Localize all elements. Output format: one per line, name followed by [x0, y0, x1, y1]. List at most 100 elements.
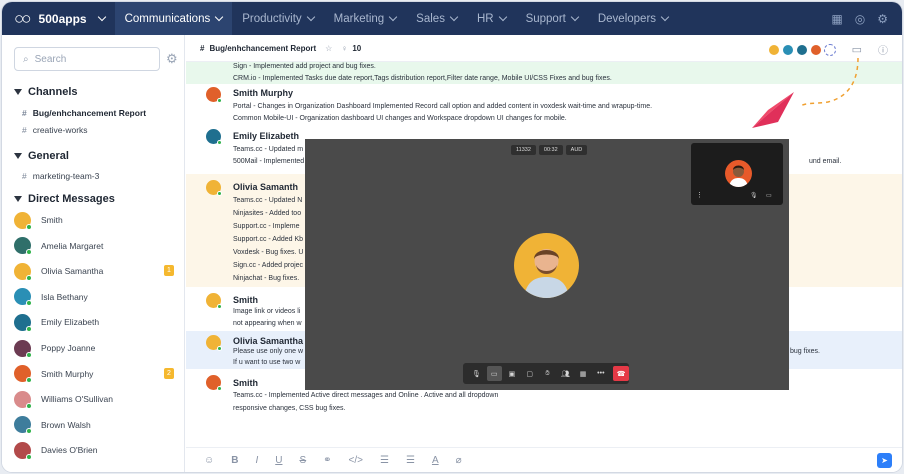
apps-grid-icon[interactable]: ▦ [831, 12, 842, 26]
search-icon: ⌕ [23, 53, 29, 65]
sidebar-dm-item[interactable]: Smith Murphy 2 [14, 364, 174, 384]
top-navigation-bar: ○○ 500apps Communications Productivity M… [2, 2, 902, 35]
dm-name: Davies O'Brien [41, 445, 98, 456]
sidebar-dm-item[interactable]: Isla Bethany [14, 287, 174, 307]
message-author: Emily Elizabeth [233, 131, 300, 141]
nav-developers[interactable]: Developers [588, 2, 678, 35]
message-text: CRM.io - Implemented Tasks due date repo… [233, 75, 612, 82]
online-status-dot [26, 223, 32, 230]
dm-name: Isla Bethany [41, 291, 88, 302]
avatar [14, 339, 32, 358]
code-icon[interactable]: </> [349, 455, 363, 466]
message-author: Olivia Samantha [233, 336, 304, 346]
self-view-window[interactable]: ⋮ 🎙︎ ▭ [691, 143, 783, 205]
avatar [14, 416, 32, 435]
message-text: Voxdesk - Bug fixes. U [233, 249, 304, 256]
direct-messages-section-header[interactable]: Direct Messages [14, 193, 115, 205]
sidebar-dm-item[interactable]: Williams O'Sullivan [14, 389, 174, 409]
avatar [14, 237, 32, 256]
message-text: und email. [809, 158, 842, 165]
sidebar-dm-item[interactable]: Amelia Margaret [14, 236, 174, 256]
bold-icon[interactable]: B [231, 455, 238, 466]
bullet-list-icon[interactable]: ☰ [406, 455, 415, 466]
online-status-dot [26, 325, 32, 332]
chevron-down-icon [449, 12, 459, 22]
help-icon[interactable]: ◎ [855, 12, 865, 26]
nav-communications[interactable]: Communications [114, 2, 233, 35]
message-composer-toolbar: ☺ B I U S ⚭ </> ☰ ☰ A ⌀ ➤ [186, 447, 902, 472]
strikethrough-icon[interactable]: S [299, 455, 306, 466]
more-options-icon: ••• [597, 370, 605, 377]
nav-sales[interactable]: Sales [406, 2, 467, 35]
online-status-dot [26, 453, 32, 460]
call-timer: 11332 00:32 AUD [511, 145, 588, 155]
sidebar-channel-marketing-team-3[interactable]: # marketing-team-3 [22, 171, 99, 181]
remote-participant-avatar [514, 233, 579, 298]
sidebar-settings-icon[interactable]: ⚙ [166, 51, 178, 67]
emoji-icon[interactable]: ☺ [204, 455, 214, 466]
member-count: 10 [352, 43, 362, 53]
message-author: Smith Murphy [233, 88, 293, 98]
sidebar-dm-item[interactable]: Olivia Samantha 1 [14, 261, 174, 281]
message-text: not appearing when w [233, 320, 302, 327]
dm-name: Williams O'Sullivan [41, 394, 113, 405]
dm-name: Emily Elizabeth [41, 317, 100, 328]
sidebar-channel-bug-report[interactable]: # Bug/enhchancement Report [22, 108, 146, 118]
screen-share-button[interactable]: ▣ [505, 366, 520, 381]
dm-name: Poppy Joanne [41, 343, 96, 353]
italic-icon[interactable]: I [255, 455, 258, 466]
mute-mic-button[interactable]: 🎙︎ [469, 366, 484, 381]
nav-support[interactable]: Support [516, 2, 588, 35]
sidebar-channel-creative-works[interactable]: # creative-works [22, 125, 88, 135]
sidebar-dm-item[interactable]: Poppy Joanne [14, 338, 174, 358]
search-input[interactable]: ⌕ Search [14, 47, 160, 71]
sidebar-dm-item[interactable]: Smith [14, 210, 174, 230]
decorative-paper-plane-icon [752, 57, 859, 128]
unread-badge: 2 [164, 367, 174, 379]
participants-button[interactable]: 👥︎ [558, 366, 573, 381]
attachment-icon[interactable]: ⌀ [456, 455, 462, 466]
camera-toggle-button[interactable]: ▭ [486, 366, 502, 381]
ordered-list-icon[interactable]: ☰ [380, 455, 389, 466]
mic-off-icon: 🎙︎ [471, 370, 481, 378]
chevron-down-icon [570, 12, 580, 22]
message-text: If u want to use two w [233, 359, 301, 366]
sidebar-dm-item[interactable]: Brown Walsh [14, 415, 174, 435]
online-status-dot [26, 402, 32, 409]
info-icon[interactable]: ⓘ [878, 42, 888, 57]
message-text: Teams.cc - Updated N [233, 197, 303, 204]
underline-icon[interactable]: U [275, 455, 282, 466]
general-section-header[interactable]: General [14, 150, 69, 162]
dm-name: Smith Murphy [41, 368, 94, 379]
app-window: ○○ 500apps Communications Productivity M… [2, 2, 902, 472]
nav-marketing[interactable]: Marketing [324, 2, 407, 35]
chat-button[interactable]: ▢ [522, 366, 537, 381]
settings-gear-icon[interactable]: ⚙ [877, 12, 888, 26]
grid-view-button[interactable]: ▦ [576, 366, 591, 381]
avatar [14, 390, 32, 409]
sidebar-dm-item[interactable]: Emily Elizabeth [14, 312, 174, 332]
avatar [14, 211, 32, 230]
star-icon[interactable]: ☆ [325, 44, 332, 53]
more-options-icon[interactable]: ⋮ [696, 191, 703, 199]
text-color-icon[interactable]: A [432, 455, 439, 466]
more-options-button[interactable]: ••• [593, 366, 608, 381]
message-author: Smith [233, 378, 259, 388]
message-text: Teams.cc - Updated m [233, 146, 304, 153]
raise-hand-button[interactable]: ✋︎ [540, 366, 555, 381]
message-text: Image link or videos li [233, 308, 301, 315]
link-icon[interactable]: ⚭ [323, 455, 331, 466]
send-button[interactable]: ➤ [877, 453, 892, 468]
end-call-button[interactable]: ☎ [613, 366, 630, 381]
online-status-dot [26, 274, 32, 281]
brand-switcher[interactable]: ○○ 500apps [2, 2, 115, 35]
collapse-triangle-icon [14, 196, 22, 202]
online-status-dot [26, 249, 32, 256]
nav-hr[interactable]: HR [467, 2, 516, 35]
sidebar-dm-item[interactable]: Davies O'Brien [14, 440, 174, 460]
search-placeholder: Search [34, 53, 67, 65]
dm-name: Smith [41, 215, 63, 225]
nav-productivity[interactable]: Productivity [232, 2, 323, 35]
avatar [206, 375, 222, 391]
channels-section-header[interactable]: Channels [14, 86, 78, 98]
